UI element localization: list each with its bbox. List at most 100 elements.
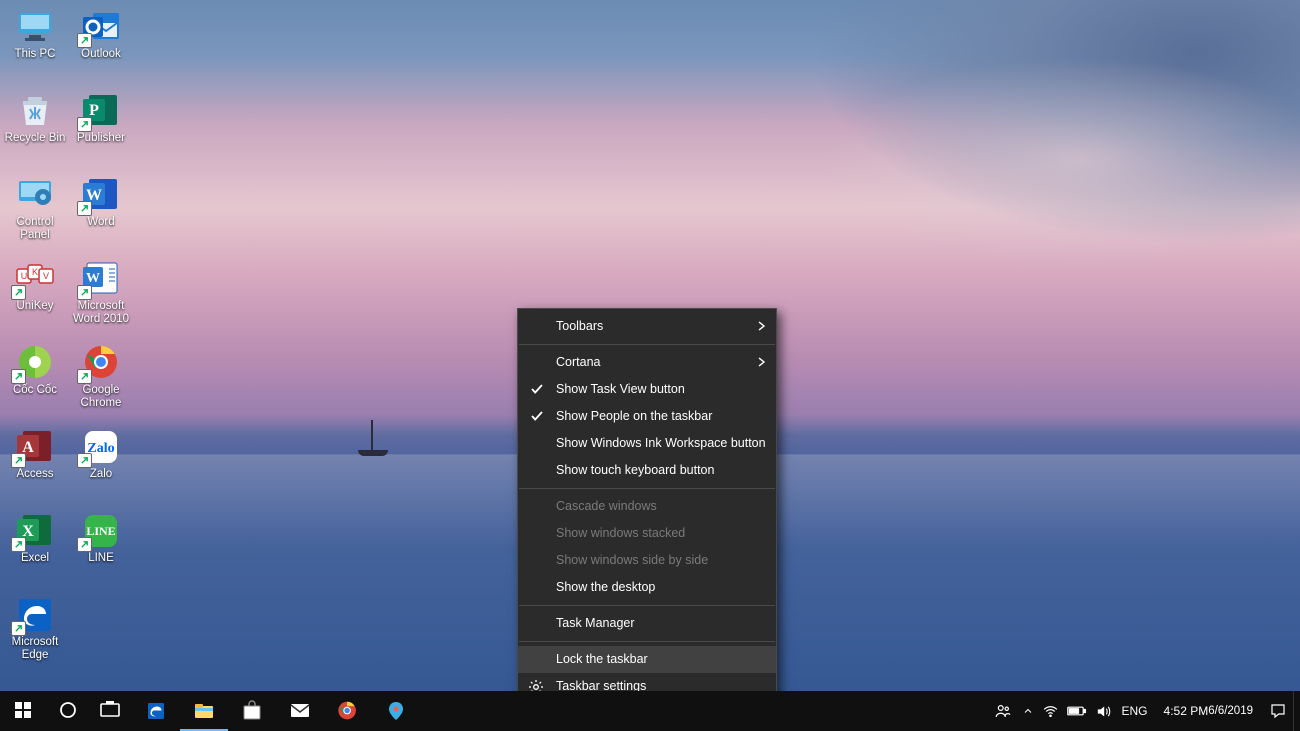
desktop-icon-label: Microsoft Word 2010 [68,300,134,326]
desktop-icon-excel[interactable]: Excel [2,506,68,584]
desktop-icon-label: Access [2,468,68,481]
menu-item-label: Cortana [556,355,600,369]
shortcut-overlay-icon [77,33,92,48]
menu-item-label: Toolbars [556,319,603,333]
menu-item-label: Task Manager [556,616,635,630]
menu-item[interactable]: Show Windows Ink Workspace button [518,430,776,457]
maps-taskbar-icon[interactable] [372,691,420,731]
menu-item-label: Show touch keyboard button [556,463,714,477]
chrome-taskbar-icon[interactable] [324,691,372,731]
microsoft-edge-icon [13,594,57,634]
desktop-icon-label: Recycle Bin [2,132,68,145]
desktop-icon-zalo[interactable]: Zalo [68,422,134,500]
desktop-icon-this-pc[interactable]: This PC [2,2,68,80]
menu-item[interactable]: Show People on the taskbar [518,403,776,430]
action-center-button[interactable] [1263,691,1293,731]
desktop-icon-google-chrome[interactable]: Google Chrome [68,338,134,416]
check-icon [530,409,544,423]
desktop-icon-label: Outlook [68,48,134,61]
menu-item-label: Show Windows Ink Workspace button [556,436,766,450]
menu-separator [519,605,775,606]
menu-item-label: Show Task View button [556,382,685,396]
mail-taskbar-icon[interactable] [276,691,324,731]
word-icon [79,174,123,214]
zalo-icon [79,426,123,466]
menu-item[interactable]: Show Task View button [518,376,776,403]
desktop[interactable]: This PCOutlook Recycle BinPublisher Contro… [0,0,1300,691]
chevron-right-icon [756,357,766,367]
menu-item[interactable]: Show the desktop [518,574,776,601]
desktop-icon-label: Microsoft Edge [2,636,68,662]
excel-icon [13,510,57,550]
recycle-bin-icon [13,90,57,130]
shortcut-overlay-icon [11,453,26,468]
shortcut-overlay-icon [77,453,92,468]
taskbar-context-menu[interactable]: Toolbars Cortana Show Task View button Show… [517,308,777,705]
desktop-icon-label: Word [68,216,134,229]
menu-item[interactable]: Show touch keyboard button [518,457,776,484]
wifi-icon[interactable] [1038,691,1063,731]
desktop-icon-microsoft-word-2010[interactable]: Microsoft Word 2010 [68,254,134,332]
desktop-icon-unikey[interactable]: UniKey [2,254,68,332]
file-explorer-taskbar-icon[interactable] [180,691,228,731]
desktop-icon-recycle-bin[interactable]: Recycle Bin [2,86,68,164]
task-view-button[interactable] [90,691,132,731]
desktop-icon-control-panel[interactable]: Control Panel [2,170,68,248]
taskbar[interactable]: ENG 4:52 PM 6/6/2019 [0,691,1300,731]
chevron-right-icon [756,321,766,331]
shortcut-overlay-icon [77,537,92,552]
system-tray: ENG 4:52 PM 6/6/2019 [988,691,1300,731]
start-button[interactable] [0,691,48,731]
shortcut-overlay-icon [11,537,26,552]
clock-time: 4:52 PM [1164,704,1209,718]
edge-taskbar-icon[interactable] [132,691,180,731]
desktop-icon-word[interactable]: Word [68,170,134,248]
line-icon [79,510,123,550]
desktop-icon-access[interactable]: Access [2,422,68,500]
menu-item-label: Show windows stacked [556,526,685,540]
menu-item-label: Show People on the taskbar [556,409,712,423]
menu-item-label: Show windows side by side [556,553,708,567]
desktop-icon-label: Google Chrome [68,384,134,410]
menu-item[interactable]: Lock the taskbar [518,646,776,673]
desktop-icon-line[interactable]: LINE [68,506,134,584]
menu-item[interactable]: Cortana [518,349,776,376]
desktop-icon-coc-coc[interactable]: Cốc Cốc [2,338,68,416]
menu-separator [519,488,775,489]
menu-item[interactable]: Toolbars [518,313,776,340]
control-panel-icon [13,174,57,214]
menu-item: Show windows stacked [518,520,776,547]
menu-item: Show windows side by side [518,547,776,574]
wallpaper-boat [358,420,388,460]
desktop-icon-label: Excel [2,552,68,565]
access-icon [13,426,57,466]
microsoft-word-2010-icon [79,258,123,298]
show-desktop-button[interactable] [1293,691,1300,731]
desktop-icon-outlook[interactable]: Outlook [68,2,134,80]
microsoft-store-taskbar-icon[interactable] [228,691,276,731]
clock[interactable]: 4:52 PM 6/6/2019 [1154,691,1263,731]
shortcut-overlay-icon [11,621,26,636]
cortana-button[interactable] [48,691,90,731]
tray-overflow-button[interactable] [1018,691,1038,731]
battery-icon[interactable] [1063,691,1091,731]
menu-item[interactable]: Task Manager [518,610,776,637]
menu-item: Cascade windows [518,493,776,520]
desktop-icon-label: UniKey [2,300,68,313]
shortcut-overlay-icon [77,117,92,132]
menu-separator [519,344,775,345]
shortcut-overlay-icon [77,285,92,300]
check-icon [530,382,544,396]
desktop-icon-label: LINE [68,552,134,565]
this-pc-icon [13,6,57,46]
desktop-icon-label: Zalo [68,468,134,481]
desktop-icon-label: This PC [2,48,68,61]
ime-indicator[interactable]: ENG [1116,691,1154,731]
menu-item-label: Lock the taskbar [556,652,648,666]
desktop-icon-publisher[interactable]: Publisher [68,86,134,164]
clock-date: 6/6/2019 [1208,704,1253,718]
desktop-icon-microsoft-edge[interactable]: Microsoft Edge [2,590,68,668]
volume-icon[interactable] [1091,691,1116,731]
desktop-icon-label: Control Panel [2,216,68,242]
people-button[interactable] [988,691,1018,731]
